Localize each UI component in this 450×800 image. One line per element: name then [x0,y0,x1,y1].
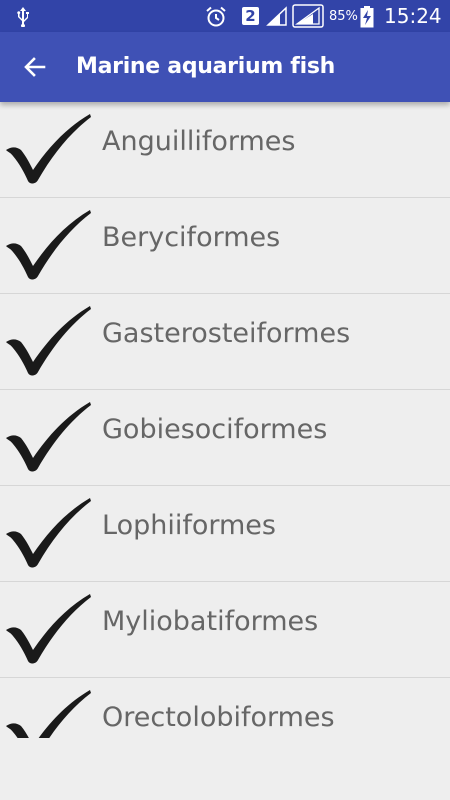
list-item-label: Anguilliformes [102,126,296,157]
checkmark-icon [6,594,91,664]
clock: 15:24 [384,4,442,28]
usb-icon [17,7,29,27]
status-bar: 2 85% 15:24 [0,0,450,32]
arrow-back-icon [24,57,46,77]
list-item-label: Gobiesociformes [102,414,328,445]
list-item-label: Myliobatiformes [102,606,319,637]
list-item-label: Beryciformes [102,222,281,253]
app-bar: Marine aquarium fish [0,32,450,102]
list-item[interactable]: Lophiiformes [0,486,450,582]
list-item[interactable]: Myliobatiformes [0,582,450,678]
sim-slot-badge: 2 [242,7,259,25]
list-item[interactable]: Gasterosteiformes [0,294,450,390]
battery-charging-icon [360,6,374,28]
back-button[interactable] [14,47,56,87]
list-item[interactable]: Orectolobiformes [0,678,450,738]
page-title: Marine aquarium fish [76,54,335,79]
checkmark-icon [6,498,91,568]
list-item[interactable]: Anguilliformes [0,102,450,198]
checkmark-icon [6,306,91,376]
checkmark-icon [6,690,91,738]
species-list: Anguilliformes Beryciformes Gasterosteif… [0,102,450,738]
checkmark-icon [6,210,91,280]
list-item[interactable]: Gobiesociformes [0,390,450,486]
battery-percent: 85% [329,9,358,24]
signal-icon [292,4,324,28]
alarm-icon [206,6,226,27]
list-item[interactable]: Beryciformes [0,198,450,294]
list-item-label: Lophiiformes [102,510,276,541]
list-item-label: Orectolobiformes [102,702,335,733]
checkmark-icon [6,402,91,472]
checkmark-icon [6,114,91,184]
signal-icon [266,6,287,26]
list-item-label: Gasterosteiformes [102,318,351,349]
